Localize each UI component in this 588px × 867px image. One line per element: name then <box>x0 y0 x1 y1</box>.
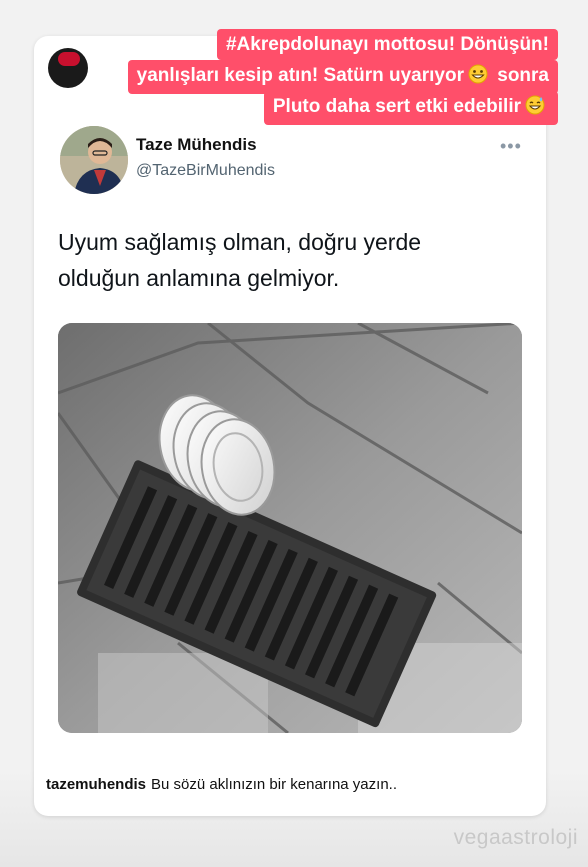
banner-line-2-text-b: sonra <box>491 65 549 86</box>
user-handle[interactable]: @TazeBirMuhendis <box>136 162 275 180</box>
story-text-banner: #Akrepdolunayı mottosu! Dönüşün! yanlışl… <box>0 29 558 125</box>
caption-text: Bu sözü aklınızın bir kenarına yazın.. <box>151 776 397 793</box>
post-caption: tazemuhendis Bu sözü aklınızın bir kenarı… <box>46 776 397 793</box>
tweet-photo[interactable] <box>58 323 522 733</box>
banner-line-3-text: Pluto daha sert etki edebilir <box>272 96 521 117</box>
hashtag-link[interactable]: #Akrepdolunayı <box>226 34 369 55</box>
caption-username[interactable]: tazemuhendis <box>46 776 146 793</box>
banner-line-2-text-a: yanlışları kesip atın! Satürn uyarıyor <box>136 65 464 86</box>
more-options-icon[interactable]: ••• <box>500 136 522 157</box>
sweat-smile-emoji-icon <box>525 94 545 125</box>
watermark: vegaastroloji <box>453 826 578 849</box>
grinning-face-emoji-icon <box>468 63 488 94</box>
avatar[interactable] <box>60 126 128 194</box>
repost-card[interactable]: Taze Mühendis @TazeBirMuhendis ••• Uyum … <box>34 36 546 816</box>
drain-plates-photo <box>58 323 522 733</box>
tweet-text-line-2: olduğun anlamına gelmiyor. <box>58 265 340 291</box>
banner-line-1-text: mottosu! Dönüşün! <box>368 34 549 55</box>
tweet-text-line-1: Uyum sağlamış olman, doğru yerde <box>58 229 422 255</box>
display-name[interactable]: Taze Mühendis <box>136 135 257 155</box>
banner-line-2: yanlışları kesip atın! Satürn uyarıyor s… <box>127 60 558 94</box>
banner-line-1: #Akrepdolunayı mottosu! Dönüşün! <box>216 29 558 60</box>
tweet-text: Uyum sağlamış olman, doğru yerde olduğun… <box>58 224 518 296</box>
banner-line-3: Pluto daha sert etki edebilir <box>263 91 558 125</box>
avatar-image <box>60 126 128 194</box>
